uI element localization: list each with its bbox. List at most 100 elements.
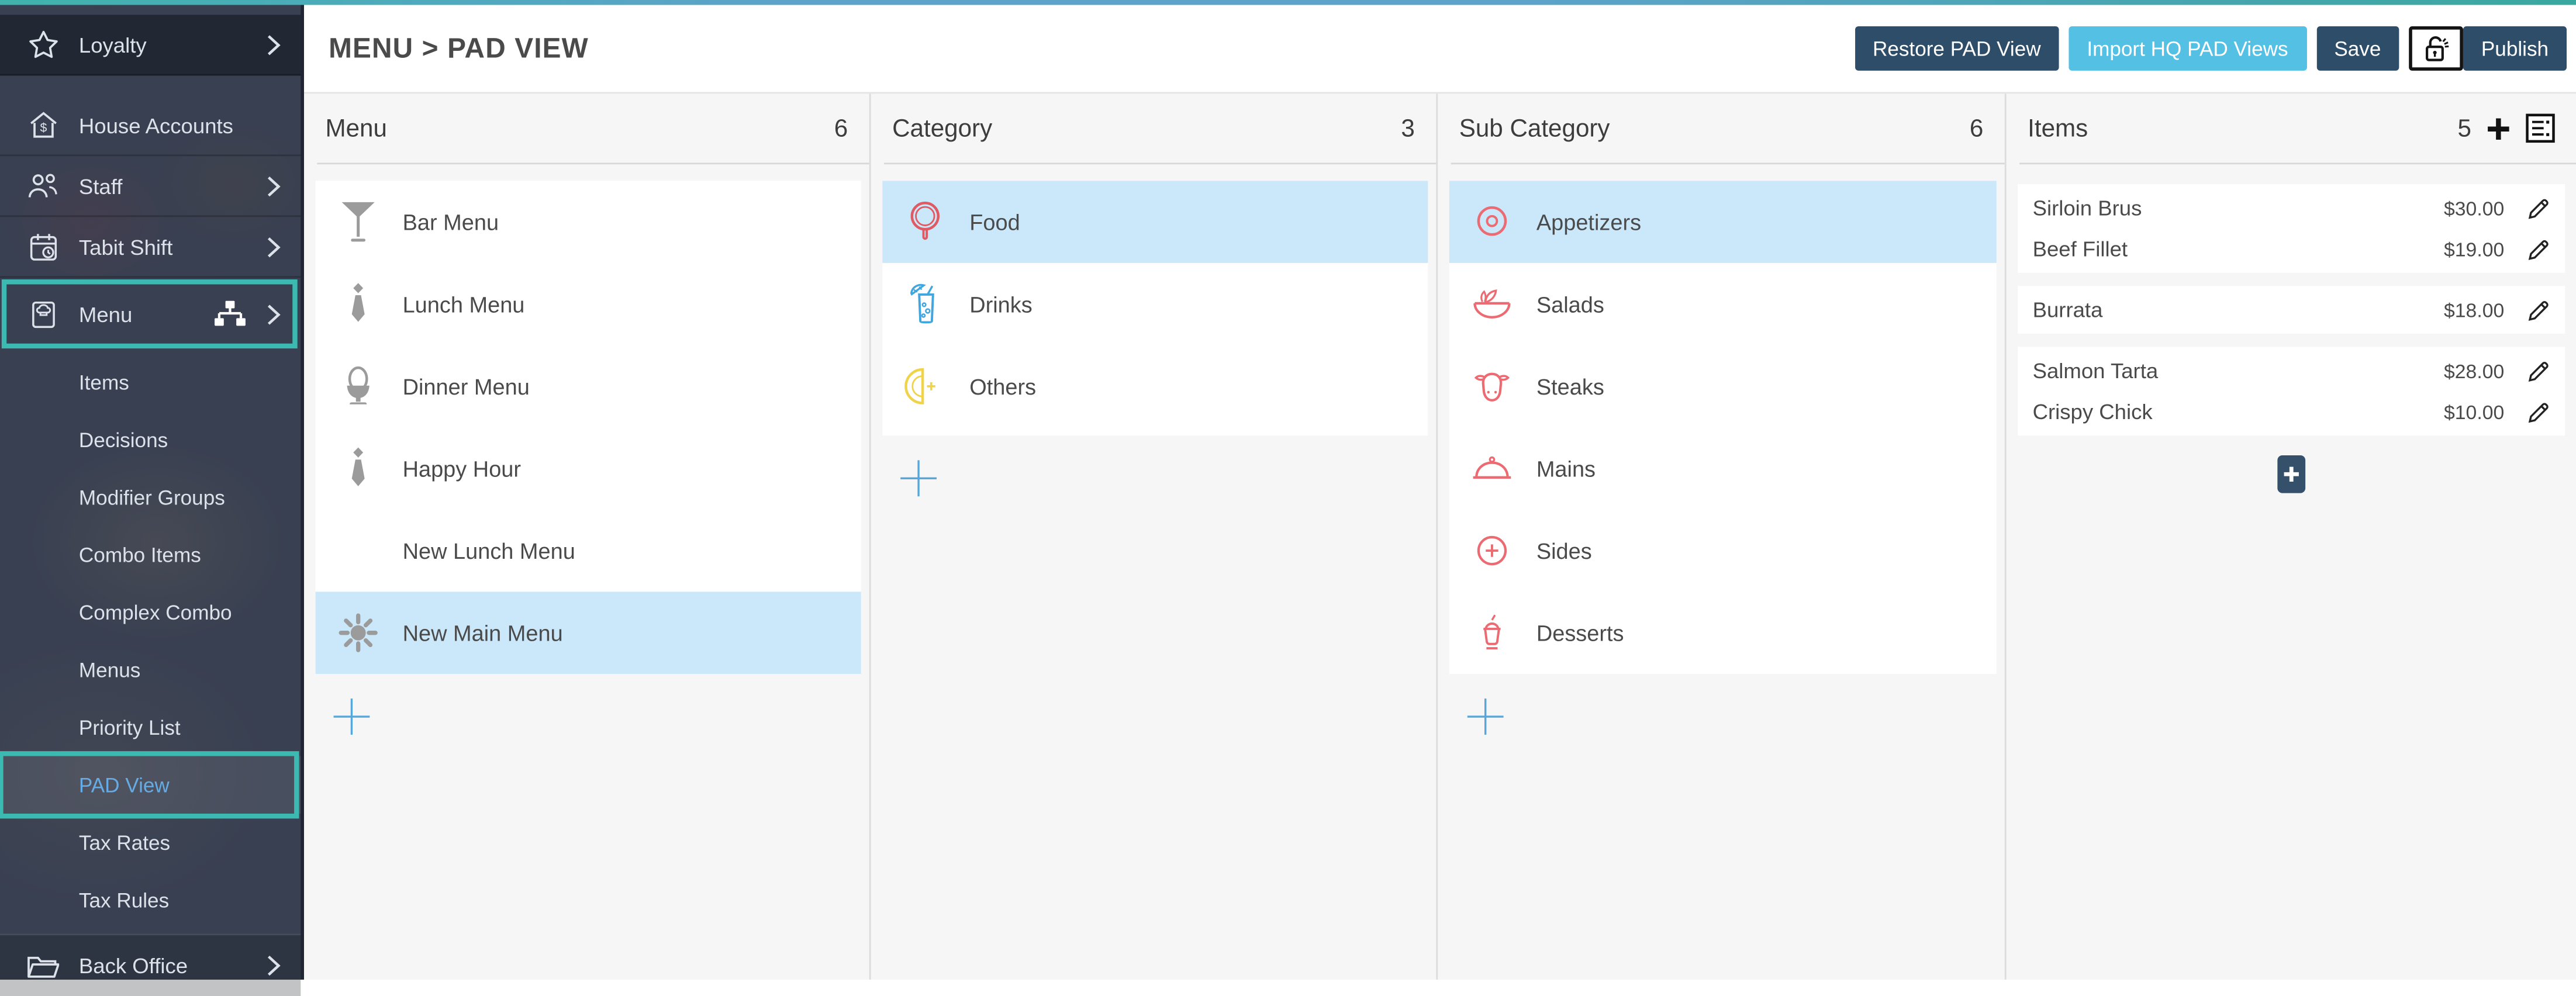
sidebar-item-label: Tax Rules bbox=[79, 888, 169, 911]
subcategory-row-label: Salads bbox=[1536, 292, 1604, 316]
menu-column: Menu 6 Bar Menu Lunch M bbox=[304, 94, 869, 980]
sidebar-item-items[interactable]: Items bbox=[0, 354, 301, 411]
calendar-clock-icon bbox=[22, 231, 64, 262]
sidebar-item-label: Tax Rates bbox=[79, 831, 170, 854]
menu-row-new-main-menu[interactable]: New Main Menu bbox=[316, 592, 861, 674]
sidebar-item-decisions[interactable]: Decisions bbox=[0, 411, 301, 468]
items-header-actions: 5 bbox=[2458, 113, 2556, 143]
necktie-icon bbox=[335, 444, 381, 493]
subcategory-row-salads[interactable]: Salads bbox=[1449, 263, 1997, 345]
sidebar-item-menus[interactable]: Menus bbox=[0, 641, 301, 698]
import-hq-pad-views-button[interactable]: Import HQ PAD Views bbox=[2069, 26, 2306, 71]
add-menu-button[interactable] bbox=[330, 696, 373, 738]
menu-row-dinner-menu[interactable]: Dinner Menu bbox=[316, 345, 861, 428]
sidebar-item-tax-rates[interactable]: Tax Rates bbox=[0, 814, 301, 871]
sidebar-item-modifier-groups[interactable]: Modifier Groups bbox=[0, 468, 301, 525]
category-row-food[interactable]: Food bbox=[882, 181, 1428, 263]
sidebar-item-label: Decisions bbox=[79, 428, 168, 451]
restore-pad-view-button[interactable]: Restore PAD View bbox=[1855, 26, 2059, 71]
category-row-others[interactable]: Others bbox=[882, 345, 1428, 428]
subcategory-row-desserts[interactable]: Desserts bbox=[1449, 592, 1997, 674]
sidebar-item-loyalty[interactable]: Loyalty bbox=[0, 15, 301, 75]
category-row-label: Food bbox=[969, 210, 1020, 234]
subcategory-row-steaks[interactable]: Steaks bbox=[1449, 345, 1997, 428]
circle-plus-icon bbox=[1469, 529, 1515, 572]
subcategory-row-label: Mains bbox=[1536, 456, 1596, 480]
sidebar-item-label: Menu bbox=[79, 302, 132, 326]
subcategory-row-sides[interactable]: Sides bbox=[1449, 510, 1997, 592]
subcategory-count: 6 bbox=[1970, 114, 1983, 142]
breadcrumb: MENU > PAD VIEW bbox=[329, 32, 589, 65]
chevron-right-icon bbox=[266, 175, 281, 196]
sidebar-item-pad-view[interactable]: PAD View bbox=[0, 756, 301, 814]
menu-row-new-lunch-menu[interactable]: New Lunch Menu bbox=[316, 510, 861, 592]
item-row-salmon-tarta[interactable]: Salmon Tarta $28.00 bbox=[2018, 350, 2565, 391]
menu-row-lunch-menu[interactable]: Lunch Menu bbox=[316, 263, 861, 345]
item-name: Crispy Chick bbox=[2033, 399, 2153, 424]
pencil-icon[interactable] bbox=[2527, 298, 2550, 321]
pencil-icon[interactable] bbox=[2527, 400, 2550, 423]
sidebar-item-label: Modifier Groups bbox=[79, 486, 225, 509]
column-title: Items bbox=[2028, 114, 2088, 142]
house-dollar-icon: $ bbox=[22, 110, 64, 140]
sidebar-item-priority-list[interactable]: Priority List bbox=[0, 698, 301, 756]
menu-row-happy-hour[interactable]: Happy Hour bbox=[316, 427, 861, 510]
sidebar-item-house-accounts[interactable]: $ House Accounts bbox=[0, 95, 301, 156]
chevron-right-icon bbox=[266, 303, 281, 325]
unlocked-padlock-icon[interactable] bbox=[2409, 26, 2463, 71]
sidebar-item-label: Staff bbox=[79, 174, 123, 198]
category-row-drinks[interactable]: Drinks bbox=[882, 263, 1428, 345]
menu-column-header: Menu 6 bbox=[304, 94, 869, 162]
cloche-icon bbox=[1469, 451, 1515, 487]
add-subcategory-button[interactable] bbox=[1464, 696, 1507, 738]
breadcrumb-page: PAD VIEW bbox=[447, 32, 589, 63]
item-row-beef-fillet[interactable]: Beef Fillet $19.00 bbox=[2018, 229, 2565, 269]
item-row-burrata[interactable]: Burrata $18.00 bbox=[2018, 289, 2565, 330]
subcategory-row-appetizers[interactable]: Appetizers bbox=[1449, 181, 1997, 263]
column-title: Category bbox=[892, 114, 992, 142]
items-column: Items 5 Sirloin Brus $30.00 bbox=[2005, 94, 2576, 980]
sidebar-item-staff[interactable]: Staff bbox=[0, 156, 301, 217]
sidebar-item-combo-items[interactable]: Combo Items bbox=[0, 526, 301, 583]
category-column-header: Category 3 bbox=[871, 94, 1437, 162]
sun-icon bbox=[335, 611, 381, 654]
subcategory-row-label: Sides bbox=[1536, 538, 1592, 563]
publish-button[interactable]: Publish bbox=[2463, 26, 2567, 71]
add-item-button[interactable] bbox=[2277, 455, 2305, 493]
subcategory-row-mains[interactable]: Mains bbox=[1449, 427, 1997, 510]
item-list-icon[interactable] bbox=[2526, 113, 2556, 143]
sitemap-icon bbox=[213, 301, 246, 327]
menu-list: Bar Menu Lunch Menu Dinner Menu bbox=[316, 181, 861, 674]
pencil-icon[interactable] bbox=[2527, 237, 2550, 260]
menu-row-bar-menu[interactable]: Bar Menu bbox=[316, 181, 861, 263]
column-title: Sub Category bbox=[1459, 114, 1610, 142]
sidebar-item-menu[interactable]: Menu bbox=[0, 284, 301, 343]
salad-bowl-icon bbox=[1469, 284, 1515, 323]
save-button[interactable]: Save bbox=[2316, 26, 2399, 71]
pencil-icon[interactable] bbox=[2527, 196, 2550, 219]
menu-row-label: New Lunch Menu bbox=[403, 538, 575, 563]
item-name: Beef Fillet bbox=[2033, 237, 2128, 261]
add-category-button[interactable] bbox=[897, 457, 940, 500]
cocktail-glass-icon bbox=[902, 281, 948, 327]
item-group: Salmon Tarta $28.00 Crispy Chick $10.00 bbox=[2018, 347, 2565, 435]
item-price: $18.00 bbox=[2444, 298, 2504, 321]
menu-count: 6 bbox=[834, 114, 848, 142]
breadcrumb-section[interactable]: MENU bbox=[329, 32, 413, 63]
item-price: $30.00 bbox=[2444, 196, 2504, 219]
sidebar-item-back-office[interactable]: Back Office bbox=[0, 933, 301, 996]
sidebar-item-label: Menus bbox=[79, 658, 140, 681]
item-row-sirloin-brus[interactable]: Sirloin Brus $30.00 bbox=[2018, 188, 2565, 229]
sidebar-item-tax-rules[interactable]: Tax Rules bbox=[0, 871, 301, 928]
item-row-crispy-chick[interactable]: Crispy Chick $10.00 bbox=[2018, 391, 2565, 432]
menu-row-label: Dinner Menu bbox=[403, 374, 530, 399]
sidebar-item-label: House Accounts bbox=[79, 113, 233, 137]
pencil-icon[interactable] bbox=[2527, 359, 2550, 382]
sidebar-item-tabit-shift[interactable]: Tabit Shift bbox=[0, 217, 301, 278]
category-row-label: Drinks bbox=[969, 292, 1033, 316]
sidebar-item-complex-combo[interactable]: Complex Combo bbox=[0, 583, 301, 641]
add-icon[interactable] bbox=[2486, 116, 2511, 140]
star-icon bbox=[22, 30, 64, 60]
category-list-body: Food Drinks Others bbox=[871, 164, 1437, 508]
item-group: Sirloin Brus $30.00 Beef Fillet $19.00 bbox=[2018, 184, 2565, 273]
